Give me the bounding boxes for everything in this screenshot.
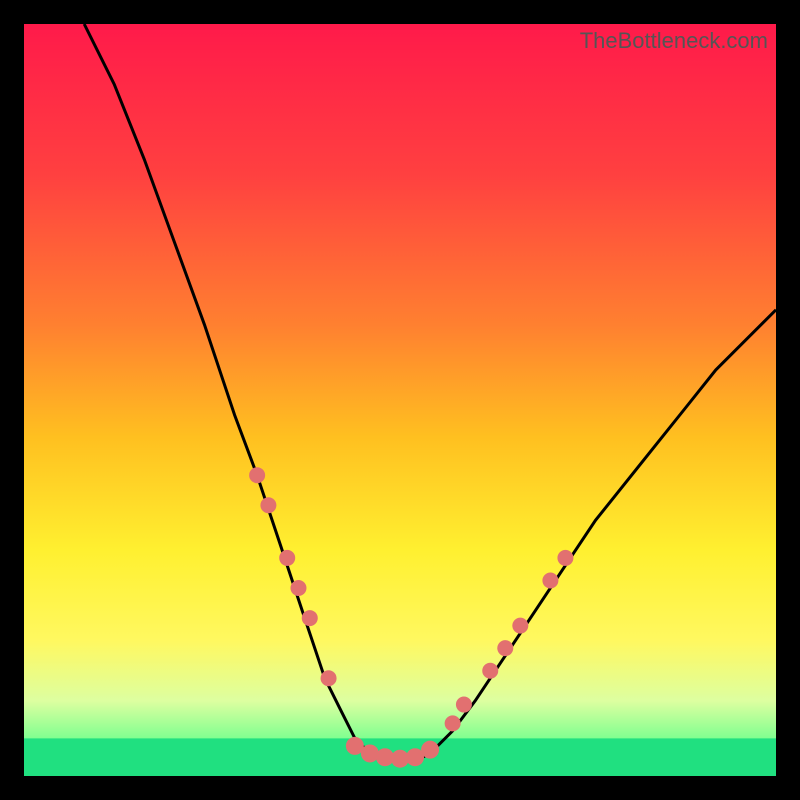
data-dot [445,715,461,731]
data-dot [512,618,528,634]
data-dot [542,572,558,588]
data-dot [421,741,439,759]
data-dot [321,670,337,686]
data-dot [279,550,295,566]
chart-container: TheBottleneck.com [0,0,800,800]
watermark-text: TheBottleneck.com [580,28,768,54]
data-dot [249,467,265,483]
data-dot [361,744,379,762]
data-dot [260,497,276,513]
data-dot [456,697,472,713]
data-dot [497,640,513,656]
data-dot [557,550,573,566]
data-dot [482,663,498,679]
plot-area: TheBottleneck.com [24,24,776,776]
chart-svg [24,24,776,776]
data-dot [302,610,318,626]
data-dot [290,580,306,596]
